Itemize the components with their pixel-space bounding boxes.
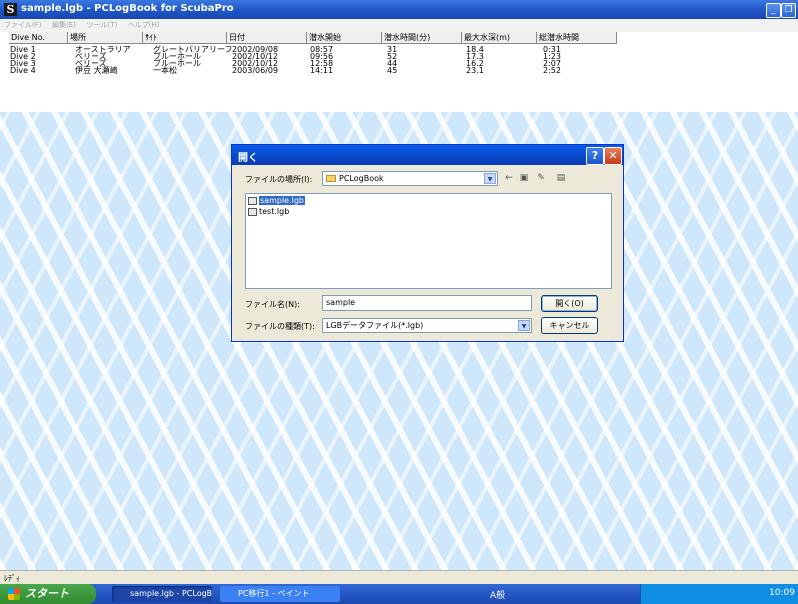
new-folder-icon[interactable]: ✎ xyxy=(534,172,548,184)
cell-dive-no: Dive 4 xyxy=(10,66,36,75)
taskbar-item-pclogbook[interactable]: sample.lgb - PCLogB... xyxy=(112,586,212,602)
clock[interactable]: 10:09 xyxy=(769,588,795,598)
column-header-max-depth[interactable]: 最大水深(m) xyxy=(462,32,537,44)
task-label: PC移行1 - ペイント xyxy=(238,589,310,598)
folder-icon xyxy=(326,175,336,182)
dialog-title-bar[interactable]: 開く ? ✕ xyxy=(232,145,623,165)
cell-dive-time: 45 xyxy=(387,66,398,75)
system-tray: 10:09 xyxy=(640,584,798,604)
taskbar-item-paint[interactable]: PC移行1 - ペイント xyxy=(220,586,340,602)
filename-label: ファイル名(N): xyxy=(245,300,300,309)
menu-edit[interactable]: 編集(E) xyxy=(48,19,80,32)
column-header-start-time[interactable]: 潜水開始 xyxy=(307,32,382,44)
file-name: sample.lgb xyxy=(259,196,306,205)
cell-total-time: 2:52 xyxy=(543,66,561,75)
app-icon[interactable]: S xyxy=(4,3,17,16)
ime-indicator[interactable]: A般 xyxy=(490,588,505,601)
file-icon xyxy=(248,196,257,205)
look-in-value: PCLogBook xyxy=(339,174,384,183)
status-text: ﾚﾃﾞｨ xyxy=(4,574,20,583)
look-in-label: ファイルの場所(I): xyxy=(245,175,313,184)
column-header-location[interactable]: 場所 xyxy=(68,32,143,44)
back-icon[interactable]: ← xyxy=(502,172,516,184)
menu-tools[interactable]: ツール(T) xyxy=(82,19,121,32)
chevron-down-icon[interactable]: ▼ xyxy=(484,173,496,184)
window-title: sample.lgb - PCLogBook for ScubaPro xyxy=(21,3,234,14)
filetype-value: LGBデータファイル(*.lgb) xyxy=(326,321,424,330)
filename-input[interactable]: sample xyxy=(322,295,532,311)
list-item[interactable]: test.lgb xyxy=(248,207,289,217)
filetype-label: ファイルの種類(T): xyxy=(245,322,315,331)
list-item[interactable]: sample.lgb xyxy=(248,196,306,206)
dialog-title: 開く xyxy=(238,153,258,164)
column-header-site[interactable]: ｻｲﾄ xyxy=(143,32,227,44)
chevron-down-icon[interactable]: ▼ xyxy=(518,320,530,331)
close-icon[interactable]: ✕ xyxy=(604,147,622,165)
status-bar: ﾚﾃﾞｨ xyxy=(0,570,798,585)
file-list[interactable]: sample.lgb test.lgb xyxy=(245,193,612,289)
filetype-select[interactable]: LGBデータファイル(*.lgb) ▼ xyxy=(322,318,532,333)
view-menu-icon[interactable]: ▤ xyxy=(554,172,568,184)
file-name: test.lgb xyxy=(259,207,290,216)
menu-bar: ファイル(F) 編集(E) ツール(T) ヘルプ(H) xyxy=(0,19,798,32)
cell-start-time: 14:11 xyxy=(310,66,334,75)
title-bar[interactable]: S sample.lgb - PCLogBook for ScubaPro _ … xyxy=(0,0,798,19)
cell-max-depth: 23.1 xyxy=(466,66,484,75)
restore-button[interactable]: ❐ xyxy=(781,3,796,18)
task-label: sample.lgb - PCLogB... xyxy=(130,589,212,598)
menu-help[interactable]: ヘルプ(H) xyxy=(124,19,164,32)
windows-logo-icon xyxy=(8,588,20,600)
cell-site: 一本松 xyxy=(153,66,177,75)
minimize-button[interactable]: _ xyxy=(766,3,781,18)
start-button[interactable]: スタート xyxy=(0,584,96,604)
look-in-select[interactable]: PCLogBook ▼ xyxy=(322,171,498,186)
up-folder-icon[interactable]: ▣ xyxy=(517,172,531,184)
start-label: スタート xyxy=(25,587,69,600)
cell-location: 伊豆 大瀬崎 xyxy=(75,66,118,75)
taskbar: スタート sample.lgb - PCLogB... PC移行1 - ペイント… xyxy=(0,584,798,604)
cancel-button[interactable]: キャンセル xyxy=(541,317,598,334)
file-icon xyxy=(248,207,257,216)
cell-date: 2003/06/09 xyxy=(232,66,279,75)
column-header-dive-time[interactable]: 潜水時間(分) xyxy=(382,32,462,44)
help-icon[interactable]: ? xyxy=(586,147,604,165)
open-button[interactable]: 開く(O) xyxy=(541,295,598,312)
column-header-total-time[interactable]: 総潜水時間 xyxy=(537,32,617,44)
column-header-dive-no[interactable]: Dive No. xyxy=(9,32,68,44)
menu-file[interactable]: ファイル(F) xyxy=(0,19,46,32)
column-header-date[interactable]: 日付 xyxy=(227,32,307,44)
